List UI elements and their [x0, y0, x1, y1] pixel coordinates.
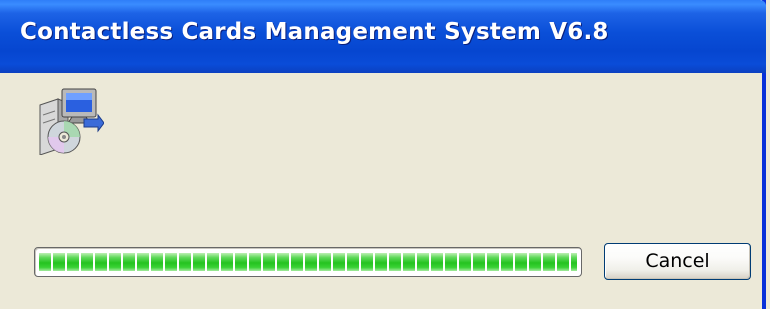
progress-fill [39, 253, 577, 271]
title-bar[interactable]: Contactless Cards Management System V6.8 [0, 0, 766, 73]
window-title: Contactless Cards Management System V6.8 [20, 19, 609, 45]
setup-installer-icon [39, 88, 104, 155]
installer-window: Contactless Cards Management System V6.8 [0, 0, 766, 309]
cancel-button[interactable]: Cancel [604, 243, 751, 280]
dialog-body: Cancel [0, 73, 762, 309]
install-progress-bar [34, 247, 582, 277]
